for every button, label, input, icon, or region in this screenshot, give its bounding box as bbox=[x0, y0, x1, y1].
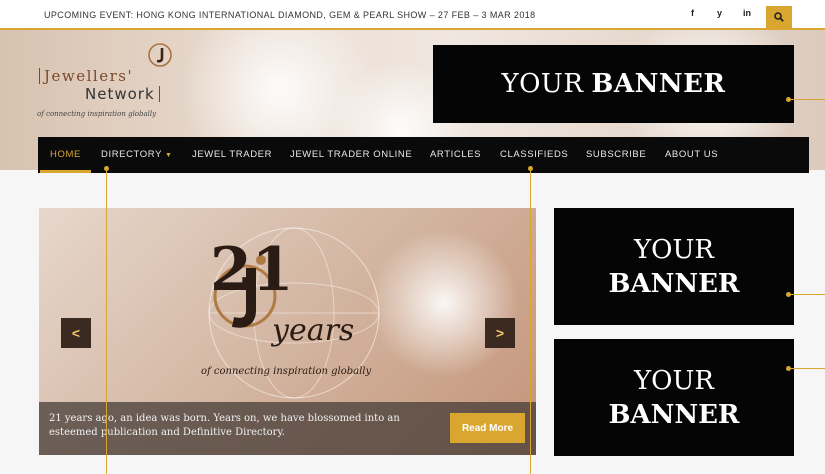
slide-caption: 21 years ago, an idea was born. Years on… bbox=[39, 402, 536, 455]
annotation-line bbox=[530, 168, 531, 474]
search-button[interactable] bbox=[766, 6, 792, 28]
logo-tagline: of connecting inspiration globally bbox=[37, 110, 157, 118]
nav-item-home[interactable]: HOME bbox=[40, 137, 91, 173]
chevron-down-icon: ▼ bbox=[165, 152, 173, 159]
top-ad-banner[interactable]: YOUR BANNER bbox=[433, 45, 794, 123]
nav-item-classifieds[interactable]: CLASSIFIEDS bbox=[500, 137, 568, 173]
nav-item-jewel-trader-online[interactable]: JEWEL TRADER ONLINE bbox=[290, 137, 412, 173]
upcoming-event-text[interactable]: UPCOMING EVENT: HONG KONG INTERNATIONAL … bbox=[44, 10, 536, 20]
emblem-years: years bbox=[272, 313, 355, 348]
logo-j-mark-icon bbox=[148, 43, 172, 67]
read-more-button[interactable]: Read More bbox=[450, 413, 525, 443]
nav-item-directory[interactable]: DIRECTORY ▼ bbox=[101, 137, 173, 173]
slider-prev-button[interactable]: < bbox=[61, 318, 91, 348]
chevron-right-icon: > bbox=[495, 325, 505, 341]
nav-item-about-us[interactable]: ABOUT US bbox=[665, 137, 718, 173]
banner-line-1: YOUR bbox=[634, 234, 714, 265]
banner-line-1: YOUR bbox=[634, 365, 714, 396]
banner-line-2: BANNER bbox=[608, 399, 740, 430]
side-ad-banner-2[interactable]: YOUR BANNER bbox=[554, 339, 794, 456]
main-navigation: HOME DIRECTORY ▼ JEWEL TRADER JEWEL TRADE… bbox=[38, 137, 809, 173]
annotation-dot bbox=[528, 166, 533, 171]
banner-line-1: YOUR bbox=[501, 69, 584, 99]
emblem-tagline: of connecting inspiration globally bbox=[201, 366, 372, 377]
logo-text-jewellers: Jewellers' bbox=[39, 68, 133, 84]
annotation-line bbox=[106, 168, 107, 474]
annotation-line bbox=[790, 99, 825, 100]
nav-item-jewel-trader[interactable]: JEWEL TRADER bbox=[192, 137, 272, 173]
chevron-left-icon: < bbox=[71, 325, 81, 341]
banner-line-2: BANNER bbox=[608, 268, 740, 299]
search-icon bbox=[774, 12, 784, 22]
slider-next-button[interactable]: > bbox=[485, 318, 515, 348]
twitter-icon[interactable]: y bbox=[717, 8, 722, 18]
nav-item-subscribe[interactable]: SUBSCRIBE bbox=[586, 137, 646, 173]
emblem-number: 21 bbox=[210, 235, 294, 305]
annotation-line bbox=[790, 368, 825, 369]
annotation-dot bbox=[786, 366, 791, 371]
side-ad-banner-1[interactable]: YOUR BANNER bbox=[554, 208, 794, 325]
linkedin-icon[interactable]: in bbox=[743, 8, 751, 18]
annotation-line bbox=[790, 294, 825, 295]
facebook-icon[interactable]: f bbox=[691, 8, 694, 18]
logo-text-network: Network bbox=[85, 86, 160, 102]
annotation-dot bbox=[786, 97, 791, 102]
site-logo[interactable]: Jewellers' Network of connecting inspira… bbox=[35, 40, 185, 120]
annotation-dot bbox=[104, 166, 109, 171]
annotation-dot bbox=[786, 292, 791, 297]
top-bar: UPCOMING EVENT: HONG KONG INTERNATIONAL … bbox=[0, 0, 825, 30]
banner-line-2: BANNER bbox=[591, 69, 726, 99]
nav-item-articles[interactable]: ARTICLES bbox=[430, 137, 481, 173]
